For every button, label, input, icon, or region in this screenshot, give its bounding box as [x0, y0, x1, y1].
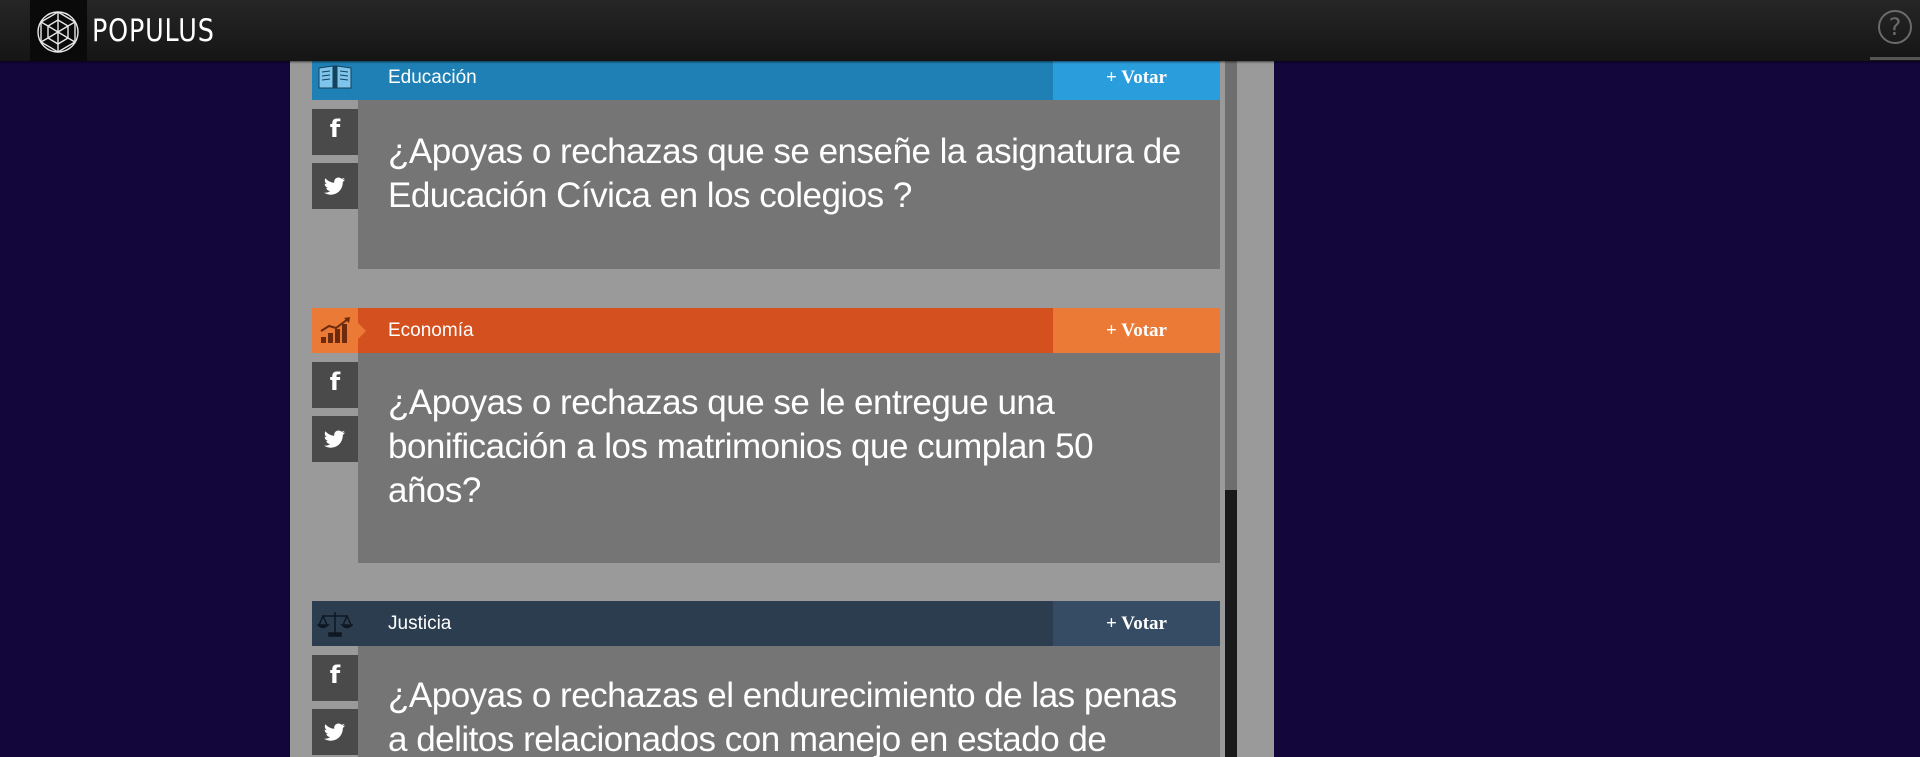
facebook-icon: f: [329, 661, 341, 689]
category-icon-box: [312, 55, 366, 100]
category-label: Justicia: [388, 613, 452, 634]
scales-icon: [317, 612, 353, 637]
category-icon-box: [312, 308, 366, 353]
question-card: Educación + Votar f ¿Apoyas o rechazas q…: [312, 55, 1220, 269]
geodesic-sphere-icon: [37, 11, 79, 53]
facebook-icon: f: [329, 115, 341, 143]
category-label: Economía: [388, 320, 474, 341]
category-label: Educación: [388, 67, 477, 88]
book-icon: [318, 65, 352, 89]
question-box[interactable]: ¿Apoyas o rechazas el endurecimiento de …: [358, 646, 1220, 757]
question-card: Justicia + Votar f ¿Apoyas o rechazas el…: [312, 601, 1220, 757]
help-icon[interactable]: ?: [1878, 10, 1912, 44]
category-bar: Justicia + Votar: [312, 601, 1220, 646]
twitter-share-button[interactable]: [312, 709, 366, 755]
top-navigation-bar: POPULUS ?: [0, 0, 1920, 61]
facebook-share-button[interactable]: f: [312, 109, 366, 155]
twitter-share-button[interactable]: [312, 163, 366, 209]
logo[interactable]: [30, 0, 87, 61]
brand-name[interactable]: POPULUS: [92, 13, 215, 49]
bar-chart-icon: [320, 317, 350, 343]
vote-button[interactable]: + Votar: [1053, 308, 1220, 353]
twitter-bird-icon: [324, 177, 345, 195]
question-box[interactable]: ¿Apoyas o rechazas que se enseñe la asig…: [358, 100, 1220, 269]
facebook-icon: f: [329, 368, 341, 396]
twitter-bird-icon: [324, 723, 345, 741]
question-box[interactable]: ¿Apoyas o rechazas que se le entregue un…: [358, 353, 1220, 563]
question-text: ¿Apoyas o rechazas el endurecimiento de …: [388, 676, 1177, 757]
facebook-share-button[interactable]: f: [312, 655, 366, 701]
question-text: ¿Apoyas o rechazas que se enseñe la asig…: [388, 132, 1181, 215]
vote-button[interactable]: + Votar: [1053, 601, 1220, 646]
category-icon-box: [312, 601, 366, 646]
twitter-share-button[interactable]: [312, 416, 366, 462]
vote-button[interactable]: + Votar: [1053, 55, 1220, 100]
facebook-share-button[interactable]: f: [312, 362, 366, 408]
question-card: Economía + Votar f ¿Apoyas o rechazas qu…: [312, 308, 1220, 563]
scrollbar-thumb[interactable]: [1225, 490, 1237, 757]
category-bar: Economía + Votar: [312, 308, 1220, 353]
question-text: ¿Apoyas o rechazas que se le entregue un…: [388, 383, 1094, 510]
category-bar: Educación + Votar: [312, 55, 1220, 100]
twitter-bird-icon: [324, 430, 345, 448]
help-underline: [1870, 57, 1920, 60]
